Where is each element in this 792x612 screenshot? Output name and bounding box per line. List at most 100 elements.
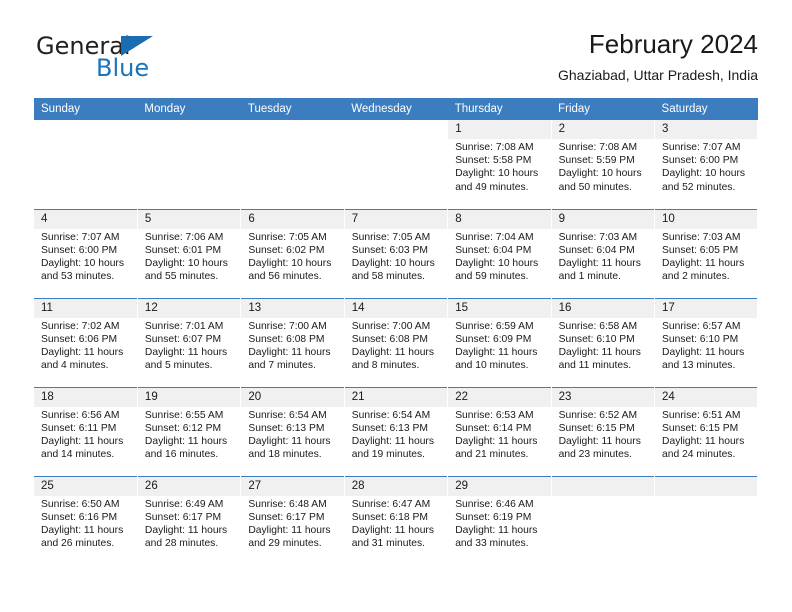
calendar-day-cell[interactable]: 6 Sunrise: 7:05 AM Sunset: 6:02 PM Daylight… bbox=[240, 208, 345, 298]
day-number: 13 bbox=[241, 298, 344, 318]
calendar-day-cell[interactable]: 27 Sunrise: 6:48 AM Sunset: 6:17 PM Dayligh… bbox=[240, 475, 345, 565]
day-info-line: Sunset: 6:02 PM bbox=[248, 244, 325, 256]
day-info-line: and 53 minutes. bbox=[41, 271, 115, 283]
day-sun-info: Sunrise: 7:00 AM Sunset: 6:08 PM Daylight:… bbox=[345, 318, 447, 373]
calendar-body: 1 Sunrise: 7:08 AM Sunset: 5:58 PM Daylight… bbox=[34, 120, 759, 565]
day-info-line: Daylight: 11 hours bbox=[144, 435, 228, 447]
calendar-day-cell[interactable]: 13 Sunrise: 7:00 AM Sunset: 6:08 PM Dayligh… bbox=[240, 297, 345, 387]
day-sun-info: Sunrise: 6:52 AM Sunset: 6:15 PM Daylight:… bbox=[552, 407, 654, 462]
day-sun-info: Sunrise: 7:07 AM Sunset: 6:00 PM Daylight:… bbox=[34, 229, 137, 284]
calendar-day-cell[interactable]: 17 Sunrise: 6:57 AM Sunset: 6:10 PM Dayligh… bbox=[654, 297, 759, 387]
day-number: 23 bbox=[551, 387, 655, 407]
day-info-line: and 31 minutes. bbox=[351, 538, 426, 550]
day-number: 1 bbox=[448, 120, 551, 140]
day-info-line: and 10 minutes. bbox=[455, 360, 529, 372]
day-info-line: Sunset: 6:09 PM bbox=[455, 333, 532, 345]
day-info-line: Sunrise: 7:08 AM bbox=[455, 142, 534, 154]
calendar-day-cell[interactable]: 5 Sunrise: 7:06 AM Sunset: 6:01 PM Daylight… bbox=[137, 208, 242, 298]
day-info-line: Sunrise: 6:55 AM bbox=[144, 409, 224, 421]
calendar-day-cell[interactable]: 19 Sunrise: 6:55 AM Sunset: 6:12 PM Dayligh… bbox=[137, 386, 242, 476]
calendar-day-cell[interactable]: 21 Sunrise: 6:54 AM Sunset: 6:13 PM Dayligh… bbox=[344, 386, 449, 476]
calendar-day-cell[interactable]: 4 Sunrise: 7:07 AM Sunset: 6:00 PM Daylight… bbox=[34, 208, 138, 298]
calendar-day-cell[interactable]: 9 Sunrise: 7:03 AM Sunset: 6:04 PM Daylight… bbox=[551, 208, 656, 298]
calendar-day-cell[interactable]: 11 Sunrise: 7:02 AM Sunset: 6:06 PM Dayligh… bbox=[34, 297, 138, 387]
day-info-line: Sunset: 6:05 PM bbox=[662, 244, 739, 256]
day-info-line: Sunrise: 7:03 AM bbox=[662, 231, 741, 243]
day-sun-info: Sunrise: 7:05 AM Sunset: 6:02 PM Daylight:… bbox=[241, 229, 343, 284]
day-info-line: and 28 minutes. bbox=[144, 538, 219, 550]
day-info-line: Daylight: 11 hours bbox=[455, 346, 538, 358]
day-number: 15 bbox=[448, 298, 551, 318]
day-number: 6 bbox=[241, 209, 344, 229]
day-info-line: Sunrise: 7:00 AM bbox=[248, 320, 327, 332]
day-sun-info: Sunrise: 6:56 AM Sunset: 6:11 PM Daylight:… bbox=[34, 407, 137, 462]
weekday-header-sunday: Sunday bbox=[34, 98, 138, 120]
calendar-day-cell[interactable]: 12 Sunrise: 7:01 AM Sunset: 6:07 PM Dayligh… bbox=[137, 297, 242, 387]
day-info-line: Daylight: 11 hours bbox=[248, 524, 331, 536]
day-sun-info: Sunrise: 7:08 AM Sunset: 5:59 PM Daylight:… bbox=[552, 139, 654, 194]
day-info-line: Daylight: 11 hours bbox=[41, 346, 124, 358]
day-info-line: Sunset: 6:14 PM bbox=[455, 422, 532, 434]
day-info-line: and 19 minutes. bbox=[351, 449, 426, 461]
day-info-line: Daylight: 11 hours bbox=[144, 524, 228, 536]
day-number: 18 bbox=[34, 387, 137, 407]
calendar-day-cell[interactable]: 20 Sunrise: 6:54 AM Sunset: 6:13 PM Dayligh… bbox=[240, 386, 345, 476]
day-info-line: and 59 minutes. bbox=[455, 271, 529, 283]
day-info-line: Daylight: 11 hours bbox=[558, 257, 641, 269]
calendar-day-cell[interactable]: 14 Sunrise: 7:00 AM Sunset: 6:08 PM Dayligh… bbox=[344, 297, 449, 387]
day-number: 3 bbox=[655, 120, 758, 140]
calendar-day-cell[interactable]: 8 Sunrise: 7:04 AM Sunset: 6:04 PM Daylight… bbox=[447, 208, 552, 298]
calendar-day-cell[interactable]: 16 Sunrise: 6:58 AM Sunset: 6:10 PM Dayligh… bbox=[551, 297, 656, 387]
day-sun-info: Sunrise: 6:54 AM Sunset: 6:13 PM Daylight:… bbox=[345, 407, 447, 462]
day-info-line: Daylight: 10 hours bbox=[144, 257, 228, 269]
day-sun-info: Sunrise: 6:59 AM Sunset: 6:09 PM Daylight:… bbox=[448, 318, 550, 373]
calendar-empty-cell bbox=[34, 120, 138, 209]
day-number: 17 bbox=[655, 298, 758, 318]
day-info-line: Sunset: 6:00 PM bbox=[662, 155, 739, 167]
calendar-day-cell[interactable]: 15 Sunrise: 6:59 AM Sunset: 6:09 PM Dayligh… bbox=[447, 297, 552, 387]
day-info-line: and 29 minutes. bbox=[248, 538, 322, 550]
day-info-line: and 50 minutes. bbox=[558, 181, 632, 193]
day-info-line: Daylight: 10 hours bbox=[455, 168, 539, 180]
weekday-header-monday: Monday bbox=[137, 98, 241, 120]
day-number: 25 bbox=[34, 476, 137, 496]
day-sun-info: Sunrise: 7:03 AM Sunset: 6:04 PM Daylight:… bbox=[552, 229, 654, 284]
day-info-line: and 7 minutes. bbox=[248, 360, 316, 372]
day-info-line: and 13 minutes. bbox=[662, 360, 736, 372]
calendar-day-cell[interactable]: 22 Sunrise: 6:53 AM Sunset: 6:14 PM Dayligh… bbox=[447, 386, 552, 476]
day-info-line: and 4 minutes. bbox=[41, 360, 109, 372]
day-info-line: Sunrise: 7:01 AM bbox=[144, 320, 224, 332]
day-number: 14 bbox=[344, 298, 448, 318]
calendar-day-cell[interactable]: 29 Sunrise: 6:46 AM Sunset: 6:19 PM Dayligh… bbox=[447, 475, 552, 565]
day-sun-info: Sunrise: 7:07 AM Sunset: 6:00 PM Daylight:… bbox=[655, 139, 757, 194]
calendar-day-cell[interactable]: 26 Sunrise: 6:49 AM Sunset: 6:17 PM Dayligh… bbox=[137, 475, 242, 565]
calendar-day-cell[interactable]: 18 Sunrise: 6:56 AM Sunset: 6:11 PM Dayligh… bbox=[34, 386, 138, 476]
day-info-line: Sunset: 6:10 PM bbox=[558, 333, 635, 345]
day-info-line: Sunset: 6:12 PM bbox=[144, 422, 222, 434]
day-info-line: Sunrise: 7:07 AM bbox=[41, 231, 120, 243]
calendar-day-cell[interactable]: 7 Sunrise: 7:05 AM Sunset: 6:03 PM Daylight… bbox=[344, 208, 449, 298]
day-number bbox=[344, 120, 448, 140]
calendar-day-cell[interactable]: 24 Sunrise: 6:51 AM Sunset: 6:15 PM Dayligh… bbox=[654, 386, 759, 476]
calendar-day-cell[interactable]: 23 Sunrise: 6:52 AM Sunset: 6:15 PM Dayligh… bbox=[551, 386, 656, 476]
calendar-day-cell[interactable]: 2 Sunrise: 7:08 AM Sunset: 5:59 PM Daylight… bbox=[551, 120, 656, 209]
day-info-line: Sunrise: 7:05 AM bbox=[351, 231, 431, 243]
calendar-day-cell[interactable]: 10 Sunrise: 7:03 AM Sunset: 6:05 PM Dayligh… bbox=[654, 208, 759, 298]
calendar-day-cell[interactable]: 25 Sunrise: 6:50 AM Sunset: 6:16 PM Dayligh… bbox=[34, 475, 138, 565]
day-number: 11 bbox=[34, 298, 137, 318]
day-info-line: Sunrise: 6:51 AM bbox=[662, 409, 741, 421]
day-info-line: and 1 minute. bbox=[558, 271, 622, 283]
day-sun-info: Sunrise: 6:51 AM Sunset: 6:15 PM Daylight:… bbox=[655, 407, 757, 462]
calendar-day-cell[interactable]: 28 Sunrise: 6:47 AM Sunset: 6:18 PM Dayligh… bbox=[344, 475, 449, 565]
day-info-line: Daylight: 11 hours bbox=[558, 346, 641, 358]
general-blue-logo[interactable]: General Blue bbox=[34, 30, 234, 86]
calendar-day-cell[interactable]: 3 Sunrise: 7:07 AM Sunset: 6:00 PM Daylight… bbox=[654, 120, 759, 209]
day-number: 10 bbox=[655, 209, 758, 229]
day-info-line: Sunrise: 6:54 AM bbox=[248, 409, 327, 421]
day-info-line: Sunrise: 7:04 AM bbox=[455, 231, 534, 243]
day-info-line: Sunrise: 7:08 AM bbox=[558, 142, 638, 154]
calendar-empty-cell bbox=[344, 120, 449, 209]
calendar-week-row: 18 Sunrise: 6:56 AM Sunset: 6:11 PM Dayligh… bbox=[34, 386, 759, 476]
calendar-day-cell[interactable]: 1 Sunrise: 7:08 AM Sunset: 5:58 PM Daylight… bbox=[447, 120, 552, 209]
day-info-line: Sunrise: 6:59 AM bbox=[455, 320, 534, 332]
